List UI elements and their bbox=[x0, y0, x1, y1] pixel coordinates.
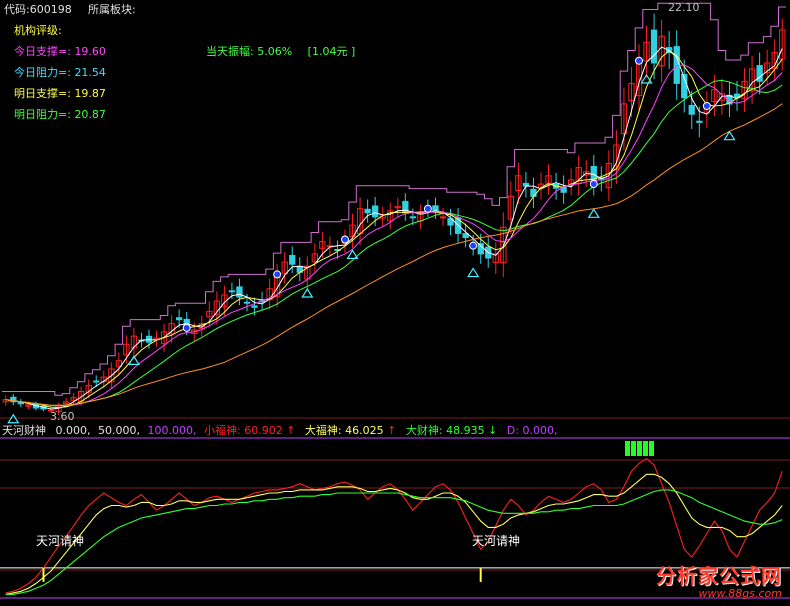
watermark-title: 分析家公式网 bbox=[656, 564, 782, 588]
tomorrow-support-value: 19.87 bbox=[74, 87, 106, 100]
dafu-arrow: ↑ bbox=[387, 424, 397, 437]
sector-label: 所属板块: bbox=[88, 3, 136, 16]
dacai-value: 48.935 bbox=[446, 424, 485, 437]
max-price-label: 22.10 bbox=[668, 1, 700, 14]
ma-green-line bbox=[5, 79, 783, 406]
pivot-circle-marker bbox=[702, 102, 711, 110]
indicator-v3: 100.000, bbox=[147, 424, 197, 437]
indicator-name: 天河财神 bbox=[2, 424, 46, 437]
candle-body bbox=[228, 290, 236, 293]
signal-label-2: 天河请神 bbox=[472, 534, 521, 548]
today-resistance-label: 今日阻力=: bbox=[14, 66, 71, 79]
today-support-value: 19.60 bbox=[74, 45, 106, 58]
price-and-indicator-chart bbox=[0, 2, 790, 599]
pivot-circle-marker bbox=[589, 180, 598, 189]
candle-body bbox=[372, 205, 379, 218]
amplitude-label: 当天振幅: bbox=[206, 45, 254, 58]
dafu-value: 46.025 bbox=[345, 424, 384, 437]
today-resistance-value: 21.54 bbox=[74, 66, 106, 79]
candle-body bbox=[409, 216, 417, 219]
candle-body bbox=[650, 29, 658, 64]
tomorrow-resistance-row: 明日阻力=: 20.87 bbox=[14, 108, 106, 122]
pivot-circle-marker bbox=[635, 56, 643, 65]
buy-triangle-marker bbox=[301, 287, 314, 298]
ma-orange-line bbox=[5, 103, 783, 406]
tomorrow-resistance-label: 明日阻力=: bbox=[14, 108, 71, 121]
d-label: D: bbox=[506, 424, 519, 437]
candle-body bbox=[439, 216, 447, 219]
stock-code-label: 代码:600198 bbox=[4, 3, 72, 16]
pivot-circle-marker bbox=[341, 235, 349, 244]
pivot-circle-marker bbox=[423, 204, 432, 213]
tomorrow-support-row: 明日支撑=: 19.87 bbox=[14, 87, 106, 101]
rating-title: 机构评级: bbox=[14, 24, 62, 37]
d-value: 0.000, bbox=[522, 424, 558, 437]
dafu-label: 大福神: bbox=[304, 424, 342, 437]
ma-yellow-line bbox=[5, 50, 783, 409]
top-signal-block bbox=[643, 441, 648, 456]
candle-body bbox=[364, 208, 371, 214]
min-price-label: 3.60 bbox=[50, 410, 75, 423]
top-signal-block bbox=[625, 441, 630, 456]
tomorrow-support-label: 明日支撑=: bbox=[14, 87, 71, 100]
amplitude-value: 5.06% bbox=[257, 45, 293, 58]
watermark: 分析家公式网 www.88gs.com bbox=[656, 560, 782, 600]
candle-body bbox=[243, 301, 251, 304]
resistance-step-line bbox=[2, 2, 786, 396]
pivot-circle-marker bbox=[469, 241, 478, 250]
buy-triangle-marker bbox=[7, 413, 20, 424]
xiaofu-value: 60.902 bbox=[244, 424, 283, 437]
top-signal-block bbox=[649, 441, 654, 456]
amplitude-amount: [1.04元 ] bbox=[307, 45, 356, 58]
signal-label-1: 天河请神 bbox=[36, 534, 85, 548]
dacai-arrow: ↓ bbox=[488, 424, 498, 437]
top-signal-block bbox=[631, 441, 636, 456]
today-support-row: 今日支撑=: 19.60 bbox=[14, 45, 106, 59]
signal-tick bbox=[42, 567, 45, 582]
candle-body bbox=[530, 188, 537, 197]
indicator-v1: 0.000, bbox=[55, 424, 91, 437]
stock-chart-window: 代码:600198 所属板块: 22.10 3.60 机构评级: 今日支撑=: … bbox=[0, 0, 790, 606]
xiaofu-label: 小福神: bbox=[203, 424, 241, 437]
top-signal-block bbox=[637, 441, 642, 456]
candle-body bbox=[176, 317, 183, 321]
today-support-label: 今日支撑=: bbox=[14, 45, 71, 58]
signal-tick bbox=[479, 567, 482, 582]
dacai-label: 大财神: bbox=[405, 424, 443, 437]
indicator-bar: 天河财神 0.000, 50.000, 100.000, 小福神: 60.902… bbox=[2, 424, 557, 438]
tomorrow-resistance-value: 20.87 bbox=[74, 108, 106, 121]
buy-triangle-marker bbox=[467, 267, 480, 278]
ma-white-line bbox=[5, 46, 783, 410]
candle-body bbox=[93, 380, 100, 383]
candle-body bbox=[236, 286, 243, 298]
candle-body bbox=[696, 120, 703, 123]
pivot-circle-marker bbox=[273, 270, 282, 279]
xiaofu-arrow: ↑ bbox=[286, 424, 296, 437]
candle-body bbox=[251, 305, 258, 308]
amplitude-row: 当天振幅: 5.06% [1.04元 ] bbox=[206, 45, 355, 59]
pivot-circle-marker bbox=[182, 323, 191, 332]
candle-body bbox=[289, 255, 296, 265]
indicator-v2: 50.000, bbox=[98, 424, 140, 437]
candle-body bbox=[432, 205, 439, 212]
candle-body bbox=[688, 104, 695, 115]
buy-triangle-marker bbox=[587, 208, 600, 218]
today-resistance-row: 今日阻力=: 21.54 bbox=[14, 66, 106, 80]
